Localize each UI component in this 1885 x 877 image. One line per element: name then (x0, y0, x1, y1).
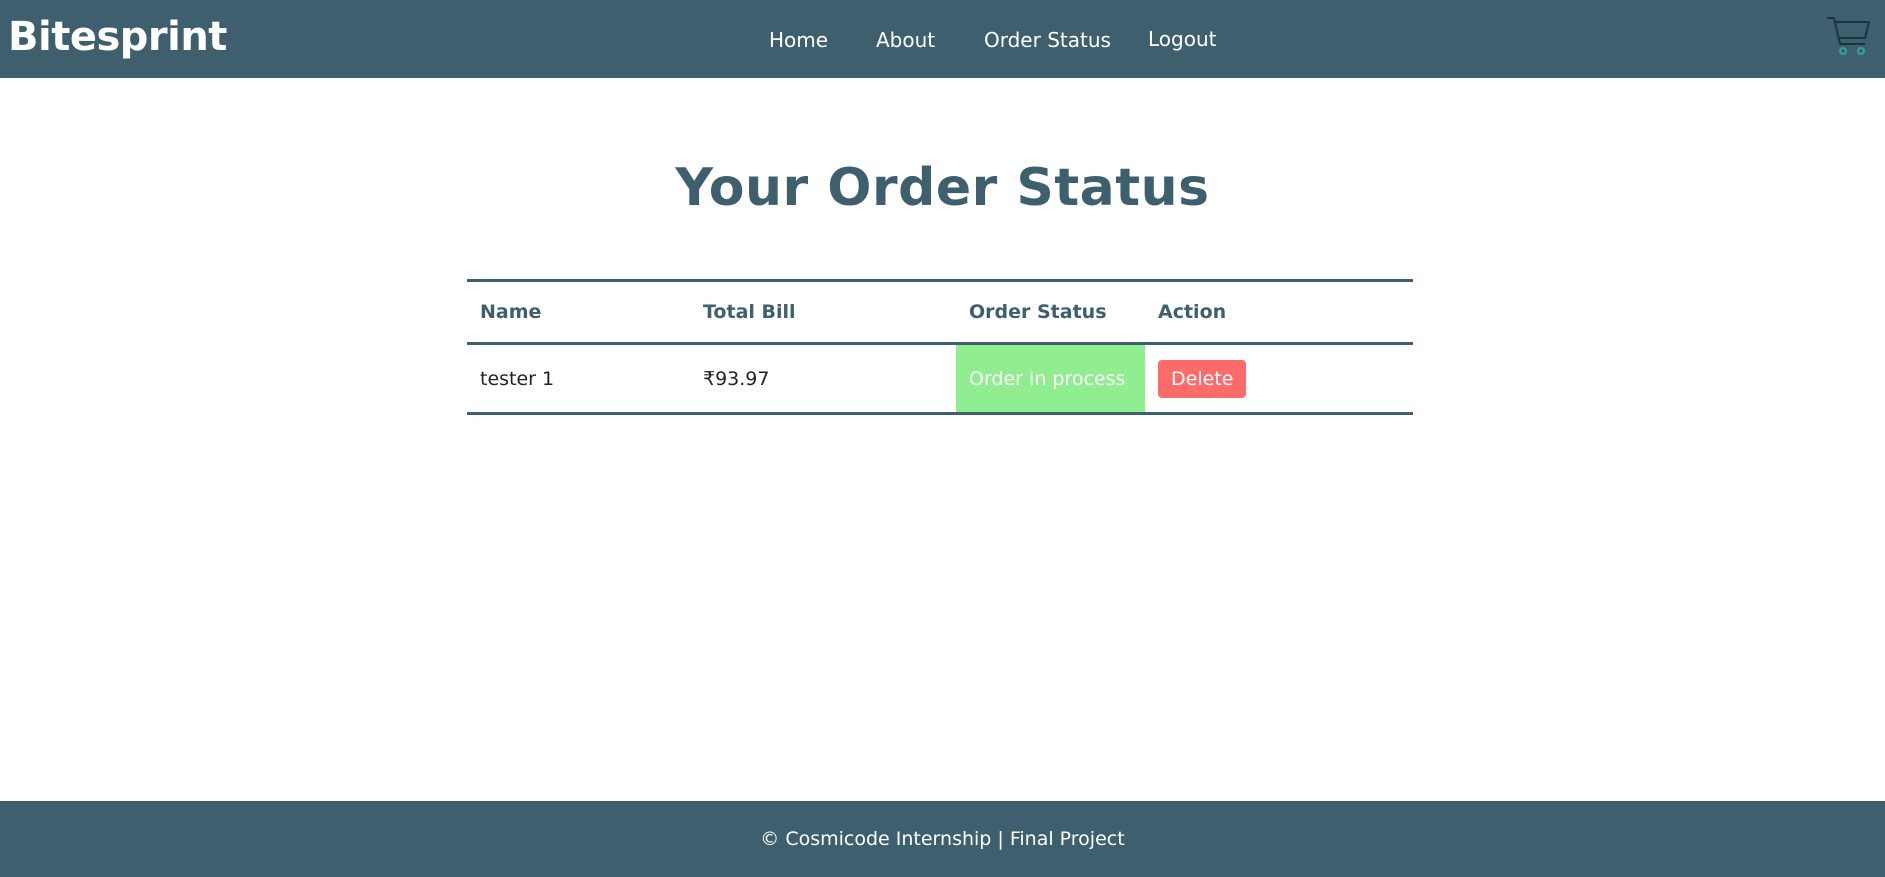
order-status-badge: Order in process (956, 343, 1145, 414)
main-nav: Home About Order Status Logout (0, 0, 1885, 78)
order-name-cell: tester 1 (480, 367, 555, 390)
page-title: Your Order Status (675, 158, 1210, 218)
order-total-bill-cell: ₹93.97 (703, 367, 770, 390)
nav-order-status-link[interactable]: Order Status (984, 28, 1111, 52)
table-row: tester 1 ₹93.97 Order in process Delete (467, 343, 1413, 414)
nav-logout-link[interactable]: Logout (1148, 27, 1216, 51)
delete-order-button[interactable]: Delete (1158, 359, 1247, 398)
nav-about-link[interactable]: About (876, 28, 935, 52)
shopping-cart-icon[interactable] (1825, 14, 1871, 58)
header-name: Name (467, 280, 690, 345)
order-status-table: Name Total Bill Order Status Action test… (467, 279, 1413, 415)
header-order-status: Order Status (956, 280, 1145, 345)
top-navbar: Bitesprint Home About Order Status Logou… (0, 0, 1885, 78)
footer-text: © Cosmicode Internship | Final Project (760, 828, 1125, 850)
header-total-bill: Total Bill (690, 280, 956, 345)
header-action: Action (1145, 280, 1413, 345)
nav-home-link[interactable]: Home (769, 28, 828, 52)
table-header-row: Name Total Bill Order Status Action (467, 280, 1413, 345)
footer: © Cosmicode Internship | Final Project (0, 801, 1885, 877)
order-action-cell: Delete (1145, 344, 1413, 414)
